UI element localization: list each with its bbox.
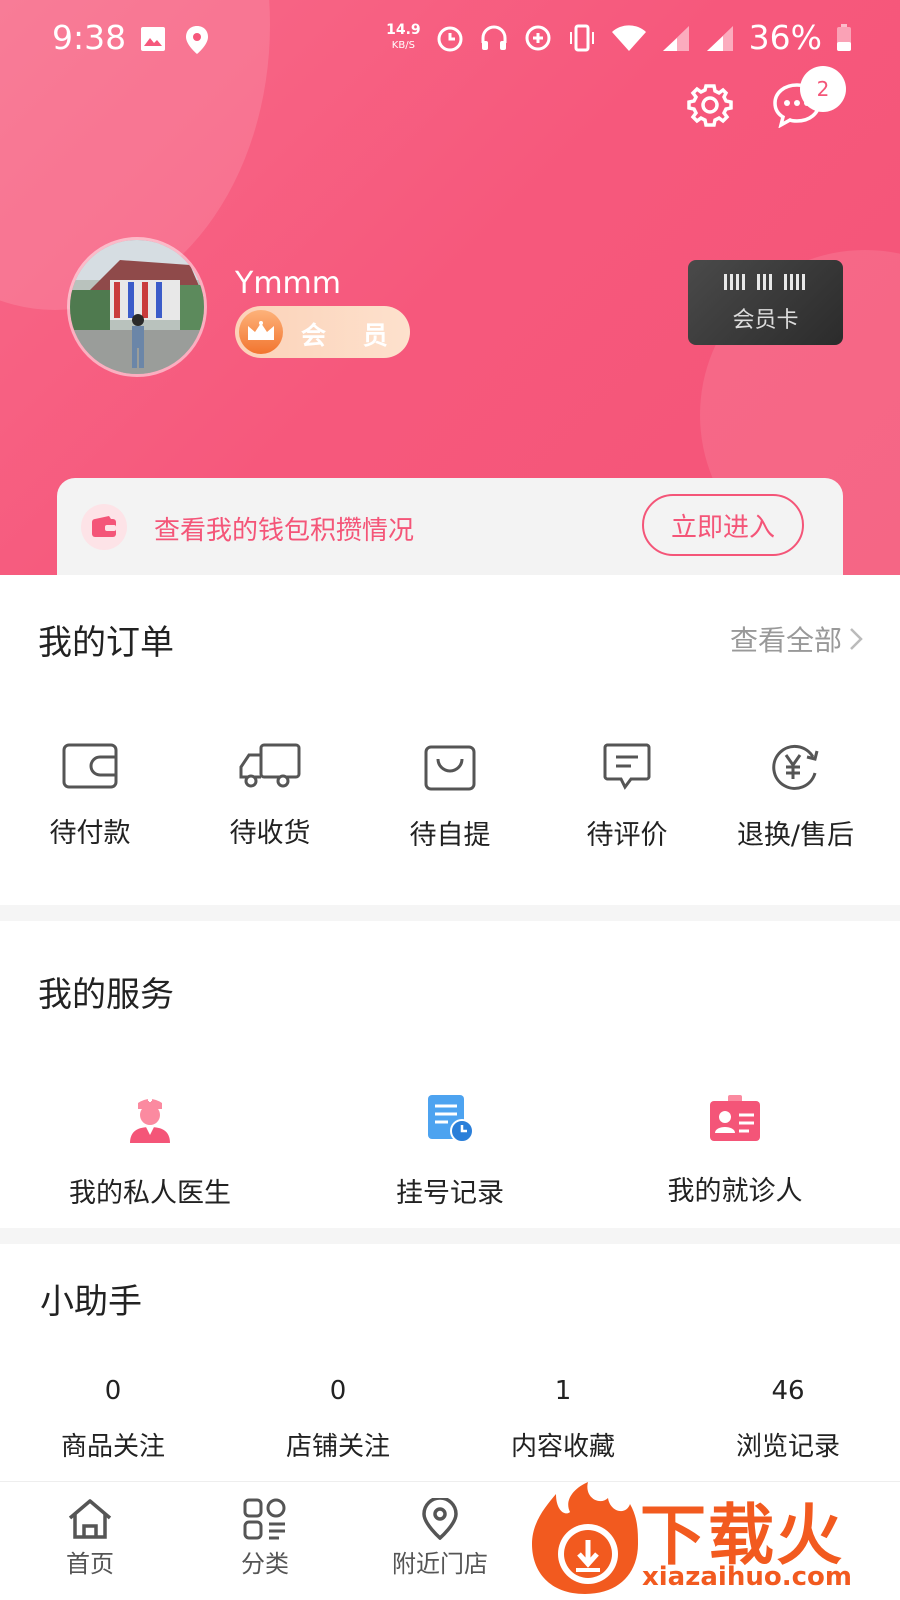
- nav-label: 首页: [66, 1550, 114, 1578]
- order-status-label: 待收货: [229, 818, 311, 849]
- assistant-section: 小助手 0 商品关注 0 店铺关注 1 内容收藏 46 浏览记录: [0, 1244, 900, 1481]
- message-count-badge: 2: [800, 66, 846, 112]
- service-private-doctor[interactable]: 我的私人医生: [50, 1093, 250, 1210]
- battery-icon: [837, 23, 851, 51]
- stat-value: 0: [104, 1376, 122, 1406]
- enter-wallet-button[interactable]: 立即进入: [642, 494, 804, 556]
- my-orders-section: 我的订单 查看全部 待付款 待收货 待自提 待评价 退换/售后: [0, 575, 900, 905]
- member-label: 会 员: [301, 321, 402, 350]
- crown-icon: [239, 310, 283, 354]
- stat-label: 店铺关注: [285, 1432, 390, 1462]
- section-title: 我的订单: [38, 623, 174, 663]
- membership-card-button[interactable]: 会员卡: [688, 260, 843, 345]
- stat-label: 浏览记录: [735, 1432, 840, 1462]
- wallet-banner[interactable]: 查看我的钱包积攒情况 立即进入: [57, 478, 843, 575]
- patient-card-icon: [710, 1095, 760, 1141]
- user-avatar[interactable]: [67, 237, 207, 377]
- wifi-icon: [611, 24, 646, 51]
- order-refund-aftersale[interactable]: 退换/售后: [728, 743, 863, 852]
- stat-value: 1: [554, 1376, 572, 1406]
- order-status-label: 退换/售后: [736, 820, 855, 851]
- nav-home[interactable]: 首页: [0, 1498, 180, 1579]
- service-label: 挂号记录: [396, 1178, 504, 1209]
- truck-icon: [239, 743, 301, 788]
- chevron-right-icon: [850, 628, 863, 650]
- order-pending-pickup[interactable]: 待自提: [395, 743, 505, 852]
- view-all-label: 查看全部: [729, 624, 842, 657]
- order-pending-receipt[interactable]: 待收货: [215, 743, 325, 850]
- stat-product-follows[interactable]: 0 商品关注: [3, 1376, 223, 1463]
- nav-category[interactable]: 分类: [175, 1498, 355, 1579]
- alarm-icon: [437, 26, 463, 51]
- order-pending-review[interactable]: 待评价: [572, 743, 682, 852]
- signal-icon: [706, 25, 733, 51]
- watermark-url: xiazaihuo.com: [642, 1562, 852, 1592]
- barcode-icon: [724, 274, 805, 290]
- order-status-label: 待付款: [49, 818, 131, 849]
- stat-value: 0: [329, 1376, 347, 1406]
- wallet-icon: [62, 743, 118, 789]
- username: Ymmm: [235, 266, 341, 301]
- service-label: 我的就诊人: [667, 1176, 803, 1207]
- view-all-orders-link[interactable]: 查看全部: [730, 619, 864, 659]
- bag-icon: [424, 745, 476, 791]
- profile-header: 9:38 14.9 KB/S 36% 2 Ymmm 会 员 会员卡 查看我的钱包…: [0, 0, 900, 575]
- stat-store-follows[interactable]: 0 店铺关注: [228, 1376, 448, 1463]
- wallet-description: 查看我的钱包积攒情况: [154, 516, 415, 546]
- data-saver-icon: [525, 25, 551, 50]
- section-divider: [0, 905, 900, 921]
- nav-label: 附近门店: [392, 1550, 488, 1578]
- wallet-icon: [81, 504, 127, 550]
- network-speed: 14.9 KB/S: [386, 21, 421, 51]
- membership-card-label: 会员卡: [732, 308, 799, 333]
- vibrate-icon: [569, 24, 594, 51]
- section-title: 小助手: [40, 1282, 142, 1322]
- order-pending-payment[interactable]: 待付款: [40, 743, 140, 850]
- location-icon: [422, 1498, 458, 1540]
- order-status-label: 待评价: [586, 820, 668, 851]
- comment-icon: [603, 743, 651, 790]
- doctor-icon: [130, 1098, 170, 1143]
- section-title: 我的服务: [38, 975, 174, 1015]
- status-icons: 14.9 KB/S 36%: [386, 18, 852, 57]
- registration-record-icon: [428, 1095, 474, 1143]
- stat-label: 商品关注: [60, 1432, 165, 1462]
- watermark-logo: 下载火 xiazaihuo.com: [530, 1478, 900, 1600]
- settings-gear-icon[interactable]: [687, 82, 733, 132]
- stat-value: 46: [771, 1376, 805, 1406]
- category-icon: [243, 1498, 286, 1540]
- location-pin-icon: [186, 26, 208, 58]
- stat-content-favorites[interactable]: 1 内容收藏: [453, 1376, 673, 1463]
- flame-download-icon: [532, 1482, 638, 1594]
- status-time: 9:38: [52, 18, 127, 57]
- member-badge[interactable]: 会 员: [235, 306, 410, 358]
- headphones-icon: [481, 25, 507, 50]
- status-bar: 9:38 14.9 KB/S 36%: [0, 0, 900, 82]
- stat-browse-history[interactable]: 46 浏览记录: [678, 1376, 898, 1463]
- service-registration-records[interactable]: 挂号记录: [350, 1093, 550, 1210]
- section-divider: [0, 1228, 900, 1244]
- nav-label: 分类: [241, 1550, 289, 1578]
- signal-icon: [662, 25, 689, 51]
- service-my-patients[interactable]: 我的就诊人: [645, 1093, 825, 1208]
- stat-label: 内容收藏: [510, 1432, 615, 1462]
- my-services-section: 我的服务 我的私人医生 挂号记录 我的就诊人: [0, 921, 900, 1228]
- image-icon: [140, 26, 166, 56]
- home-icon: [68, 1499, 112, 1539]
- service-label: 我的私人医生: [69, 1178, 231, 1209]
- refund-icon: [771, 744, 818, 790]
- order-status-label: 待自提: [409, 820, 491, 851]
- nav-nearby-stores[interactable]: 附近门店: [350, 1498, 530, 1579]
- battery-percent: 36%: [748, 18, 822, 57]
